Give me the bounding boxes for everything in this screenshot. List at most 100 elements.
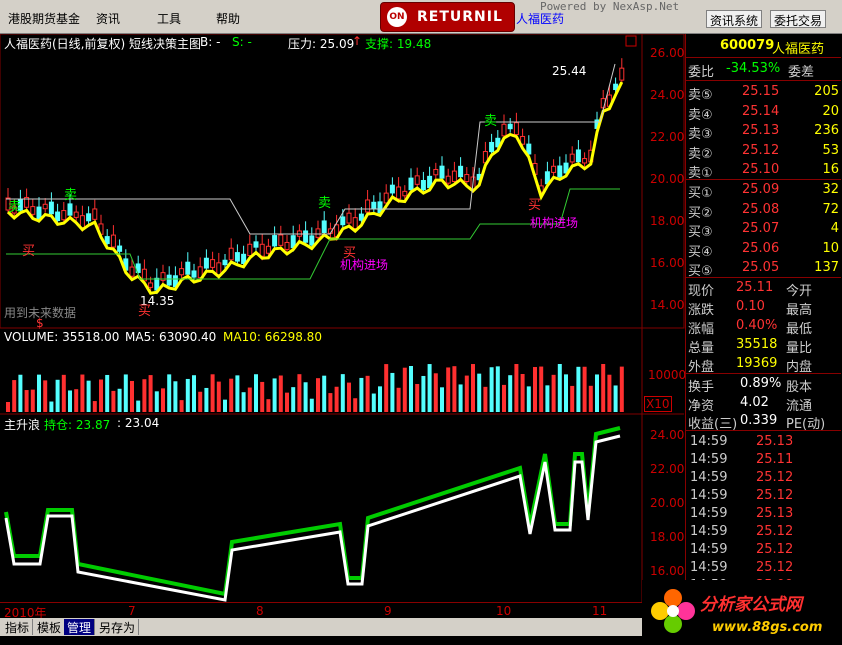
volume-scale: X10 — [644, 396, 672, 412]
volume-bar — [192, 375, 196, 412]
osc-y-tick: 16.00 — [650, 564, 685, 578]
tab-templates[interactable]: 模板 — [34, 619, 66, 635]
volume-bar — [446, 367, 451, 412]
volume-bar — [92, 401, 97, 412]
volume-bar — [433, 373, 438, 412]
logo-url-text: www.88gs.com — [712, 620, 823, 635]
dollar-marker: $ — [36, 316, 44, 330]
candle-body — [420, 180, 426, 191]
menu-info[interactable]: 资讯 — [96, 10, 120, 27]
logo-cn-text: 分析家公式网 — [700, 595, 802, 615]
candle-body — [396, 186, 402, 200]
y-tick: 16.00 — [650, 256, 685, 270]
tab-save-as[interactable]: 另存为 — [96, 619, 140, 635]
volume-bar — [235, 375, 240, 412]
trade-button[interactable]: 委托交易 — [770, 10, 827, 28]
wb-label: 委比 — [688, 65, 715, 80]
info-system-button[interactable]: 资讯系统 — [706, 10, 763, 28]
candle-body — [117, 245, 123, 252]
volume-bar — [328, 393, 333, 412]
volume-bar — [390, 372, 395, 412]
candle-body — [569, 153, 575, 163]
volume-bar — [371, 393, 376, 412]
volume-bar — [123, 374, 128, 412]
candle-body — [179, 268, 185, 276]
volume-bar — [37, 374, 41, 412]
order-price: 25.14 — [742, 103, 780, 119]
order-label: 买① — [688, 186, 713, 201]
menu-help[interactable]: 帮助 — [216, 10, 240, 27]
osc-name: 主升浪 — [4, 418, 41, 432]
quote-row: 买⑤ 25.05 137 — [686, 259, 841, 279]
quote-row: 换手 0.89% 股本 — [686, 375, 841, 395]
volume-bar — [130, 380, 134, 412]
quote-row: 14:59 25.12 — [686, 523, 841, 542]
volume-bar — [55, 379, 60, 412]
candle-body — [265, 245, 271, 254]
volume-bar — [204, 387, 209, 412]
quote-row: 14:59 25.13 — [686, 505, 841, 524]
volume-bar — [136, 400, 141, 412]
volume-bar — [588, 385, 593, 412]
returnil-label: RETURNIL — [417, 9, 503, 25]
quote-row: 14:59 25.12 — [686, 541, 841, 560]
date-month: 7 — [128, 604, 136, 618]
buy-signal: 买 — [528, 198, 542, 213]
stat-value: 0.339 — [740, 413, 778, 428]
volume-label: VOLUME: 35518.00 — [4, 330, 120, 344]
candle-body — [619, 67, 625, 81]
candle-body — [433, 168, 439, 176]
candle-body — [315, 228, 321, 238]
candle-body — [507, 123, 513, 130]
order-price: 25.13 — [742, 123, 780, 138]
candle-body — [61, 210, 67, 221]
volume-bar — [210, 374, 215, 412]
candle-body — [104, 236, 110, 245]
quote-row: 14:59 25.12 — [686, 559, 841, 578]
tick-time: 14:59 — [690, 452, 728, 467]
y-tick: 24.00 — [650, 88, 685, 102]
s-signal-label: S: - — [232, 35, 252, 49]
volume-bar — [185, 378, 190, 412]
ma10-label: MA10: 66298.80 — [223, 330, 322, 344]
stat-value: 19369 — [736, 356, 778, 371]
tick-time: 14:59 — [690, 542, 728, 557]
volume-bar — [74, 389, 79, 412]
order-price: 25.05 — [742, 260, 780, 275]
pressure-arrow-icon: ↑ — [352, 34, 363, 48]
quote-row: 买③ 25.07 4 — [686, 220, 841, 240]
volume-bar — [43, 380, 48, 412]
order-volume: 10 — [822, 240, 839, 256]
b-signal-label: B: - — [200, 35, 221, 49]
tick-price: 25.12 — [756, 488, 794, 503]
menubar: 港股期货基金 资讯 工具 帮助 Powered by NexAsp.Net ON… — [0, 0, 842, 34]
candle-body — [222, 259, 228, 266]
returnil-badge[interactable]: ON RETURNIL — [380, 2, 515, 32]
order-volume: 53 — [822, 142, 839, 158]
chart-area[interactable]: 人福医药(日线,前复权) 短线决策主图 B: - S: - 压力: 25.09 … — [0, 34, 686, 636]
stat-value: 25.11 — [736, 280, 774, 295]
order-price: 25.10 — [742, 162, 780, 177]
tab-manage[interactable]: 管理 — [64, 619, 96, 635]
osc-y-tick: 24.00 — [650, 428, 685, 442]
volume-bar — [353, 398, 358, 412]
tick-price: 25.12 — [756, 542, 794, 557]
volume-bar — [285, 392, 289, 412]
volume-bar — [86, 380, 91, 412]
menu-hk-futures[interactable]: 港股期货基金 — [8, 10, 80, 27]
menu-tools[interactable]: 工具 — [157, 10, 181, 27]
ma5-label: MA5: 63090.40 — [125, 330, 217, 344]
stat-label: 最高 — [786, 303, 813, 318]
volume-bar — [607, 374, 612, 412]
tab-indicators[interactable]: 指标 — [2, 619, 34, 635]
quote-row: 现价 25.11 今开 — [686, 279, 841, 299]
quote-row: 收益(三) 0.339 PE(动) — [686, 412, 841, 432]
bottom-tabs: 指标 模板 管理 另存为 — [0, 618, 642, 636]
volume-bar — [595, 374, 599, 412]
buy-signal: 买 — [22, 244, 36, 259]
order-volume: 137 — [814, 260, 839, 275]
volume-bar — [179, 400, 184, 412]
order-price: 25.06 — [742, 240, 780, 256]
candle-body — [30, 206, 36, 215]
volume-bar — [359, 377, 364, 412]
